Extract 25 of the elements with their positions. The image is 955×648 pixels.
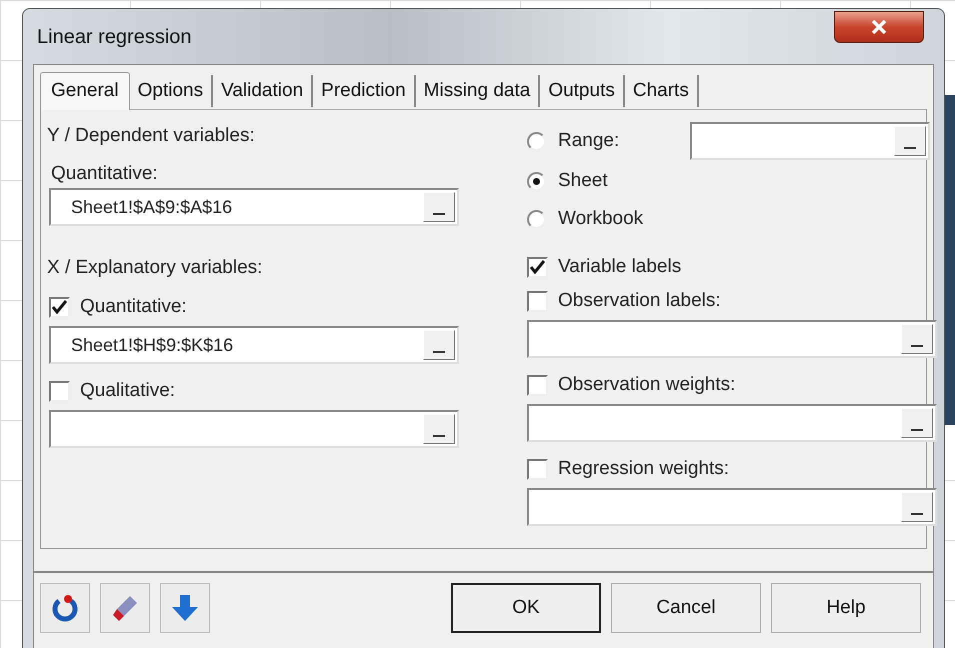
checkbox-label: Observation weights: xyxy=(558,372,736,397)
radio-label: Sheet xyxy=(558,168,609,193)
range-field[interactable]: Sheet1!$H$9:$K$16 xyxy=(49,326,459,364)
checkbox-label: Variable labels xyxy=(558,254,682,279)
tab[interactable]: Charts xyxy=(624,75,699,107)
radio-label: Workbook xyxy=(558,206,644,231)
section-heading: X / Explanatory variables: xyxy=(47,256,264,280)
tab[interactable]: Validation xyxy=(213,75,314,107)
checkbox-label: Qualitative: xyxy=(80,378,176,403)
tab[interactable]: Outputs xyxy=(540,75,625,107)
checkbox-label: Quantitative: xyxy=(80,294,187,319)
tab[interactable]: Options xyxy=(130,75,214,107)
dialog-button[interactable]: Cancel xyxy=(611,583,761,633)
radio-label: Range: xyxy=(558,128,620,153)
range-field[interactable]: Sheet1!$A$9:$A$16 xyxy=(49,188,459,226)
window-title: Linear regression xyxy=(37,24,192,50)
dialog-button[interactable]: OK xyxy=(451,583,601,633)
checkbox-label: Observation labels: xyxy=(558,288,721,313)
tab[interactable]: Missing data xyxy=(416,75,540,107)
section-heading: Y / Dependent variables: xyxy=(47,124,256,148)
checkbox-label: Regression weights: xyxy=(558,456,730,481)
dialog-button[interactable]: Help xyxy=(771,583,921,633)
tab[interactable]: Prediction xyxy=(313,75,416,107)
field-label: Quantitative: xyxy=(51,162,159,186)
tab[interactable]: General xyxy=(40,72,130,110)
